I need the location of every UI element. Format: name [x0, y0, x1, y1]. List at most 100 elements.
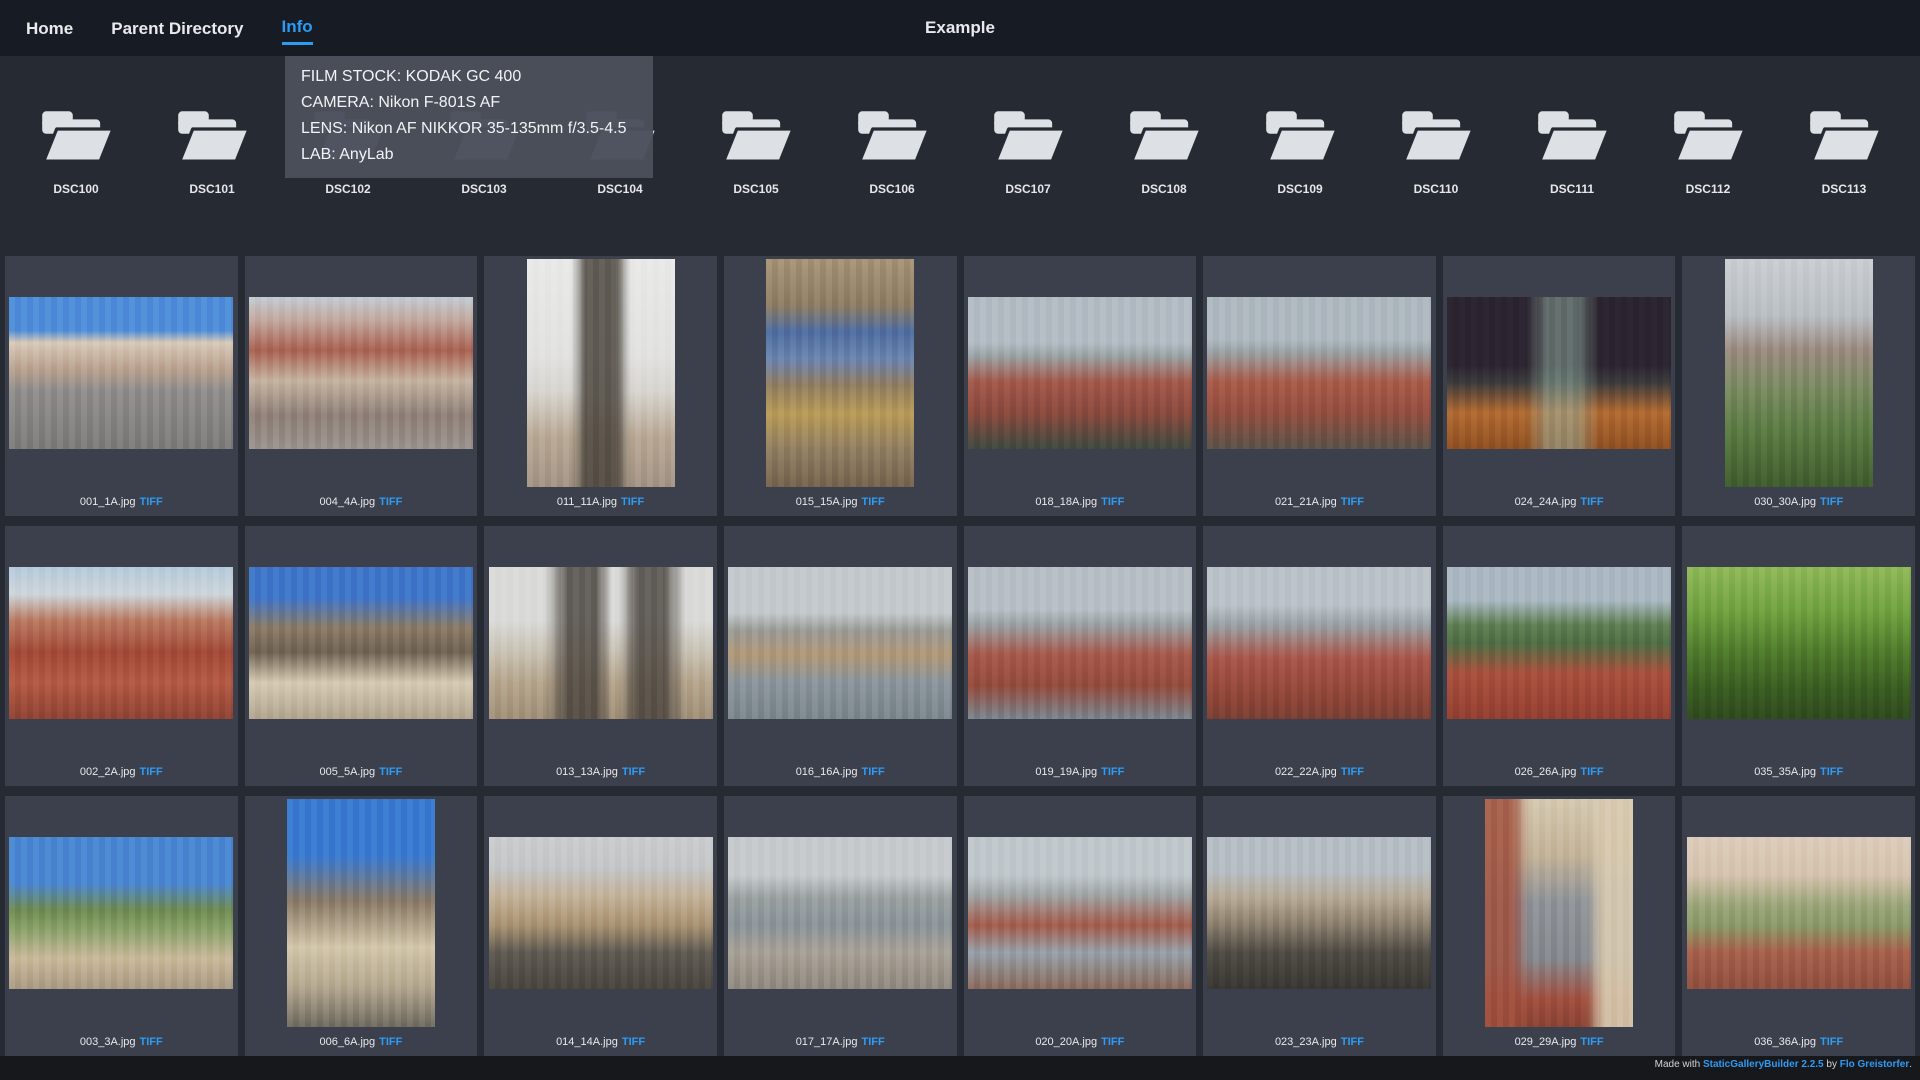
photo-cell: 002_2A.jpgTIFF	[5, 526, 238, 786]
folder-item-dsc107[interactable]: DSC107	[960, 100, 1096, 256]
tiff-link[interactable]: TIFF	[622, 1036, 645, 1048]
nav-item-info[interactable]: Info	[282, 11, 313, 45]
tiff-link[interactable]: TIFF	[1580, 496, 1603, 508]
photo-caption: 002_2A.jpgTIFF	[5, 760, 238, 786]
folder-item-dsc109[interactable]: DSC109	[1232, 100, 1368, 256]
photo-thumbnail[interactable]	[9, 567, 233, 719]
photo-caption: 017_17A.jpgTIFF	[724, 1030, 957, 1056]
folder-label: DSC103	[416, 182, 552, 196]
photo-thumbnail[interactable]	[489, 837, 713, 989]
tiff-link[interactable]: TIFF	[140, 766, 163, 778]
photo-cell: 001_1A.jpgTIFF	[5, 256, 238, 516]
folder-item-dsc110[interactable]: DSC110	[1368, 100, 1504, 256]
photo-caption: 023_23A.jpg TIFF	[1203, 1030, 1436, 1056]
photo-filename: 005_5A.jpg	[319, 766, 375, 778]
tiff-link[interactable]: TIFF	[379, 496, 402, 508]
folder-item-dsc112[interactable]: DSC112	[1640, 100, 1776, 256]
photo-filename: 024_24A.jpg	[1515, 496, 1577, 508]
photo-cell: 004_4A.jpg TIFF	[245, 256, 478, 516]
photo-caption: 011_11A.jpgTIFF	[484, 490, 717, 516]
tiff-link[interactable]: TIFF	[379, 766, 402, 778]
builder-link[interactable]: StaticGalleryBuilder 2.2.5	[1703, 1059, 1824, 1070]
photo-thumbnail[interactable]	[766, 259, 914, 487]
photo-thumbnail[interactable]	[1207, 837, 1431, 989]
tiff-link[interactable]: TIFF	[622, 766, 645, 778]
tiff-link[interactable]: TIFF	[1580, 1036, 1603, 1048]
tiff-link[interactable]: TIFF	[861, 766, 884, 778]
photo-cell: 017_17A.jpgTIFF	[724, 796, 957, 1056]
photo-thumbnail[interactable]	[489, 567, 713, 719]
folder-item-dsc111[interactable]: DSC111	[1504, 100, 1640, 256]
photo-thumbnail[interactable]	[968, 297, 1192, 449]
photo-imgbox	[484, 256, 717, 490]
photo-filename: 023_23A.jpg	[1275, 1036, 1337, 1048]
tiff-link[interactable]: TIFF	[861, 1036, 884, 1048]
photo-imgbox	[964, 526, 1197, 760]
photo-filename: 018_18A.jpg	[1035, 496, 1097, 508]
photo-thumbnail[interactable]	[1725, 259, 1873, 487]
photo-thumbnail[interactable]	[1687, 567, 1911, 719]
tiff-link[interactable]: TIFF	[1820, 496, 1843, 508]
photo-thumbnail[interactable]	[728, 837, 952, 989]
tiff-link[interactable]: TIFF	[1341, 1036, 1364, 1048]
tiff-link[interactable]: TIFF	[140, 496, 163, 508]
photo-thumbnail[interactable]	[968, 837, 1192, 989]
tiff-link[interactable]: TIFF	[1820, 1036, 1843, 1048]
photo-thumbnail[interactable]	[1485, 799, 1633, 1027]
tiff-link[interactable]: TIFF	[1341, 766, 1364, 778]
tiff-link[interactable]: TIFF	[1341, 496, 1364, 508]
tiff-link[interactable]: TIFF	[861, 496, 884, 508]
folder-item-dsc108[interactable]: DSC108	[1096, 100, 1232, 256]
photo-thumbnail[interactable]	[1687, 837, 1911, 989]
photo-imgbox	[1443, 256, 1676, 490]
photo-thumbnail[interactable]	[249, 297, 473, 449]
tiff-link[interactable]: TIFF	[1101, 496, 1124, 508]
photo-thumbnail[interactable]	[1447, 297, 1671, 449]
footer-text: by	[1824, 1059, 1840, 1070]
photo-thumbnail[interactable]	[249, 567, 473, 719]
photo-filename: 004_4A.jpg	[319, 496, 375, 508]
photo-filename: 015_15A.jpg	[796, 496, 858, 508]
photo-cell: 030_30A.jpgTIFF	[1682, 256, 1915, 516]
photo-thumbnail[interactable]	[9, 837, 233, 989]
photo-cell: 023_23A.jpg TIFF	[1203, 796, 1436, 1056]
folder-item-dsc105[interactable]: DSC105	[688, 100, 824, 256]
photo-filename: 036_36A.jpg	[1754, 1036, 1816, 1048]
author-link[interactable]: Flo Greistorfer	[1840, 1059, 1909, 1070]
tiff-link[interactable]: TIFF	[1101, 766, 1124, 778]
photo-thumbnail[interactable]	[728, 567, 952, 719]
tiff-link[interactable]: TIFF	[621, 496, 644, 508]
folder-label: DSC109	[1232, 182, 1368, 196]
tiff-link[interactable]: TIFF	[1580, 766, 1603, 778]
photo-thumbnail[interactable]	[1447, 567, 1671, 719]
tiff-link[interactable]: TIFF	[1820, 766, 1843, 778]
top-nav: Home Parent Directory Info Example	[0, 0, 1920, 56]
photo-filename: 022_22A.jpg	[1275, 766, 1337, 778]
photo-cell: 036_36A.jpg TIFF	[1682, 796, 1915, 1056]
folder-item-dsc101[interactable]: DSC101	[144, 100, 280, 256]
photo-thumbnail[interactable]	[287, 799, 435, 1027]
photo-caption: 020_20A.jpgTIFF	[964, 1030, 1197, 1056]
tiff-link[interactable]: TIFF	[1101, 1036, 1124, 1048]
nav-item-home[interactable]: Home	[26, 13, 73, 44]
photo-caption: 001_1A.jpgTIFF	[5, 490, 238, 516]
photo-imgbox	[5, 796, 238, 1030]
photo-thumbnail[interactable]	[527, 259, 675, 487]
folder-icon	[984, 100, 1072, 166]
photo-thumbnail[interactable]	[968, 567, 1192, 719]
tiff-link[interactable]: TIFF	[379, 1036, 402, 1048]
photo-cell: 015_15A.jpgTIFF	[724, 256, 957, 516]
tiff-link[interactable]: TIFF	[140, 1036, 163, 1048]
folder-item-dsc113[interactable]: DSC113	[1776, 100, 1912, 256]
photo-thumbnail[interactable]	[1207, 567, 1431, 719]
photo-filename: 013_13A.jpg	[556, 766, 618, 778]
folder-item-dsc100[interactable]: DSC100	[8, 100, 144, 256]
folder-icon	[1120, 100, 1208, 166]
info-tooltip: FILM STOCK: KODAK GC 400 CAMERA: Nikon F…	[285, 56, 653, 178]
photo-cell: 021_21A.jpgTIFF	[1203, 256, 1436, 516]
folder-item-dsc106[interactable]: DSC106	[824, 100, 960, 256]
photo-thumbnail[interactable]	[1207, 297, 1431, 449]
nav-item-parent-directory[interactable]: Parent Directory	[111, 13, 243, 44]
photo-thumbnail[interactable]	[9, 297, 233, 449]
photo-imgbox	[484, 796, 717, 1030]
